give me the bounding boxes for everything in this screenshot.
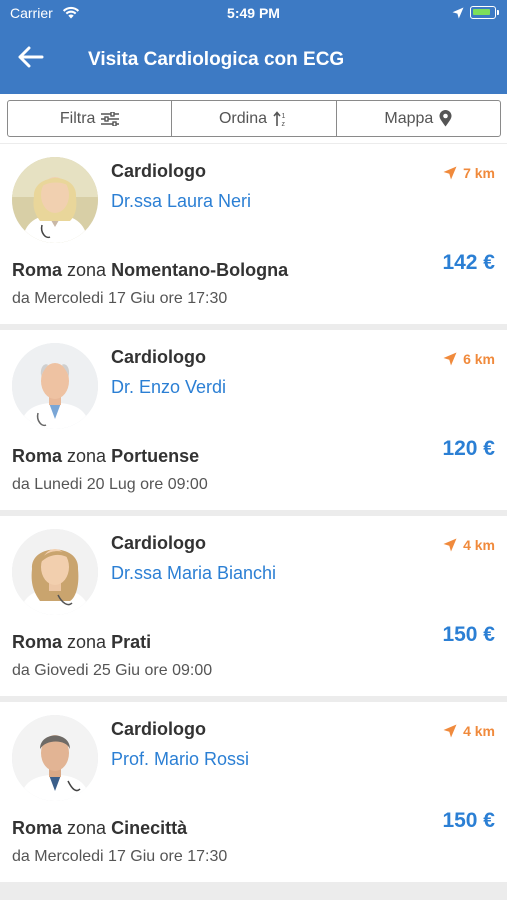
doctor-specialty: Cardiologo [111, 719, 206, 739]
city: Roma [12, 260, 63, 280]
location-arrow-icon [452, 6, 464, 22]
city: Roma [12, 446, 63, 466]
zone: Cinecittà [111, 818, 188, 838]
distance-badge: 4 km [443, 723, 495, 739]
doctor-avatar [12, 343, 98, 429]
location: Roma zona Prati [12, 632, 151, 653]
doctor-name[interactable]: Dr. Enzo Verdi [111, 377, 226, 398]
doctor-name[interactable]: Dr.ssa Laura Neri [111, 191, 251, 212]
sliders-icon [101, 111, 120, 126]
zone-label: zona [67, 632, 107, 652]
doctor-card[interactable]: Cardiologo Prof. Mario Rossi 4 km 150 € … [0, 702, 507, 882]
filter-toolbar: Filtra Ordina 1z Mappa [0, 94, 507, 143]
distance-badge: 6 km [443, 351, 495, 367]
distance-value: 7 km [463, 165, 495, 181]
sort-label: Ordina [218, 109, 267, 127]
distance-value: 4 km [463, 537, 495, 553]
zone: Prati [111, 632, 152, 652]
availability-date: da Lunedi 20 Lug ore 09:00 [12, 476, 208, 493]
doctor-card[interactable]: Cardiologo Dr.ssa Maria Bianchi 4 km 150… [0, 516, 507, 696]
map-button[interactable]: Mappa [337, 101, 500, 136]
zone-label: zona [67, 446, 107, 466]
doctor-specialty: Cardiologo [111, 347, 206, 367]
distance-value: 4 km [463, 723, 495, 739]
clock: 5:49 PM [227, 5, 280, 21]
segmented-control: Filtra Ordina 1z Mappa [7, 100, 501, 137]
sort-icon: 1z [273, 110, 286, 127]
doctor-avatar [12, 157, 98, 243]
page-title: Visita Cardiologica con ECG [88, 49, 345, 70]
doctor-specialty: Cardiologo [111, 161, 206, 181]
map-pin-icon [439, 110, 452, 127]
svg-text:1: 1 [282, 113, 286, 120]
zone: Nomentano-Bologna [111, 260, 289, 280]
svg-text:z: z [282, 121, 286, 127]
navigation-arrow-icon [443, 166, 457, 180]
availability-date: da Giovedi 25 Giu ore 09:00 [12, 662, 213, 679]
availability-date: da Mercoledi 17 Giu ore 17:30 [12, 848, 228, 865]
location: Roma zona Cinecittà [12, 818, 187, 839]
navigation-arrow-icon [443, 724, 457, 738]
city: Roma [12, 818, 63, 838]
location: Roma zona Portuense [12, 446, 199, 467]
doctor-name[interactable]: Dr.ssa Maria Bianchi [111, 563, 276, 584]
navigation-arrow-icon [443, 352, 457, 366]
filter-button[interactable]: Filtra [8, 101, 173, 136]
status-bar: Carrier 5:49 PM [0, 0, 507, 26]
navigation-bar: Visita Cardiologica con ECG [0, 26, 507, 94]
price: 142 € [442, 251, 495, 274]
price: 150 € [442, 623, 495, 646]
location: Roma zona Nomentano-Bologna [12, 260, 288, 281]
back-button[interactable] [18, 46, 52, 76]
zone-label: zona [67, 260, 107, 280]
availability-date: da Mercoledi 17 Giu ore 17:30 [12, 290, 228, 307]
doctor-card[interactable]: Cardiologo Dr. Enzo Verdi 6 km 120 € Rom… [0, 330, 507, 510]
doctor-card[interactable]: Cardiologo Dr.ssa Laura Neri 7 km 142 € … [0, 144, 507, 324]
city: Roma [12, 632, 63, 652]
sort-button[interactable]: Ordina 1z [172, 101, 337, 136]
doctor-avatar [12, 715, 98, 801]
distance-value: 6 km [463, 351, 495, 367]
doctor-specialty: Cardiologo [111, 533, 206, 553]
distance-badge: 4 km [443, 537, 495, 553]
battery-icon [470, 6, 499, 19]
doctor-name[interactable]: Prof. Mario Rossi [111, 749, 249, 770]
zone: Portuense [111, 446, 200, 466]
back-arrow-icon [18, 46, 44, 68]
navigation-arrow-icon [443, 538, 457, 552]
doctor-avatar [12, 529, 98, 615]
map-label: Mappa [384, 109, 434, 127]
filter-label: Filtra [59, 109, 96, 127]
price: 120 € [442, 437, 495, 460]
price: 150 € [442, 809, 495, 832]
zone-label: zona [67, 818, 107, 838]
distance-badge: 7 km [443, 165, 495, 181]
